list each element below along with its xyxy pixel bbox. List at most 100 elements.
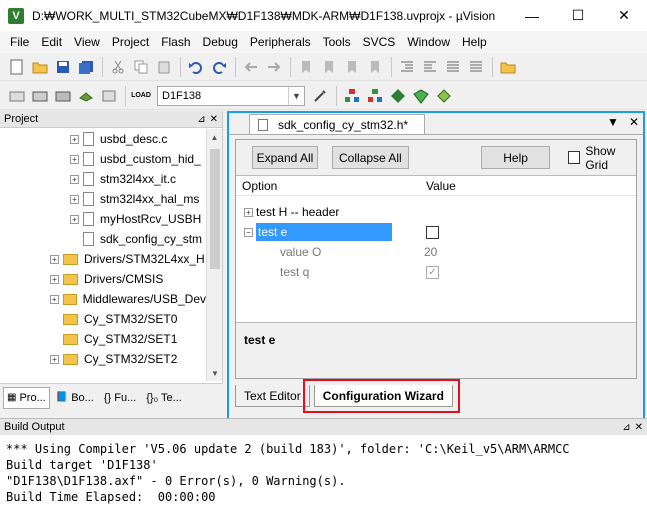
expand-icon[interactable]: +: [70, 194, 79, 204]
chevron-down-icon[interactable]: ▼: [288, 86, 304, 105]
menu-view[interactable]: View: [68, 35, 106, 49]
close-icon[interactable]: ✕: [629, 115, 639, 129]
expand-all-button[interactable]: Expand All: [252, 146, 318, 169]
scroll-down-icon[interactable]: ▼: [207, 365, 223, 381]
option-row[interactable]: test q ✓: [236, 262, 636, 282]
collapse-icon[interactable]: −: [244, 227, 253, 237]
save-all-icon[interactable]: [75, 56, 97, 78]
tree-item[interactable]: + Middlewares/USB_Dev: [0, 289, 206, 309]
save-icon[interactable]: [52, 56, 74, 78]
menu-file[interactable]: File: [4, 35, 35, 49]
undo-icon[interactable]: [185, 56, 207, 78]
build-icon[interactable]: [29, 85, 51, 107]
tree-item[interactable]: + stm32l4xx_it.c: [0, 169, 206, 189]
tab-project[interactable]: ▦ Pro...: [3, 386, 50, 409]
tree-item[interactable]: + usbd_custom_hid_: [0, 149, 206, 169]
expand-icon[interactable]: +: [70, 154, 79, 164]
tree-item[interactable]: + Drivers/STM32L4xx_H: [0, 249, 206, 269]
menu-project[interactable]: Project: [106, 35, 155, 49]
tab-sdk-config[interactable]: sdk_config_cy_stm32.h*: [249, 114, 426, 134]
bookmark-icon[interactable]: [295, 56, 317, 78]
copy-icon[interactable]: [130, 56, 152, 78]
project-scrollbar[interactable]: ▲ ▼: [206, 129, 222, 381]
option-row[interactable]: + test H -- header: [236, 202, 636, 222]
tree-item[interactable]: + usbd_desc.c: [0, 129, 206, 149]
previous-bookmark-icon[interactable]: [318, 56, 340, 78]
download-load-icon[interactable]: LOAD: [130, 85, 152, 107]
close-button[interactable]: ✕: [601, 0, 647, 31]
collapse-all-button[interactable]: Collapse All: [331, 146, 409, 169]
maximize-button[interactable]: ☐: [555, 0, 601, 31]
redo-icon[interactable]: [208, 56, 230, 78]
next-bookmark-icon[interactable]: [341, 56, 363, 78]
uncomment-icon[interactable]: [465, 56, 487, 78]
close-icon[interactable]: ✕: [635, 422, 643, 433]
unindent-icon[interactable]: [419, 56, 441, 78]
tree-item[interactable]: sdk_config_cy_stm: [0, 229, 206, 249]
option-row-selected[interactable]: − test e: [236, 222, 636, 242]
expand-icon[interactable]: +: [50, 254, 59, 264]
option-checkbox[interactable]: [426, 225, 439, 239]
option-value[interactable]: 20: [424, 245, 437, 259]
scroll-up-icon[interactable]: ▲: [207, 129, 222, 145]
software-packs-icon[interactable]: [433, 85, 455, 107]
paste-icon[interactable]: [153, 56, 175, 78]
tab-books[interactable]: 📘 Bo...: [52, 387, 98, 409]
minimize-button[interactable]: —: [509, 0, 555, 31]
menu-peripherals[interactable]: Peripherals: [244, 35, 317, 49]
close-icon[interactable]: ✕: [210, 114, 218, 125]
navigate-forward-icon[interactable]: [263, 56, 285, 78]
build-output-text[interactable]: *** Using Compiler 'V5.06 update 2 (buil…: [0, 435, 647, 508]
scrollbar-thumb[interactable]: [210, 149, 220, 269]
target-select[interactable]: D1F138 ▼: [157, 85, 305, 106]
find-in-files-icon[interactable]: [497, 56, 519, 78]
target-options-icon[interactable]: [309, 85, 331, 107]
tree-item[interactable]: + stm32l4xx_hal_ms: [0, 189, 206, 209]
translate-icon[interactable]: [6, 85, 28, 107]
tree-item[interactable]: + myHostRcv_USBH: [0, 209, 206, 229]
expand-icon[interactable]: +: [50, 274, 59, 284]
show-grid-toggle[interactable]: Show Grid: [568, 144, 636, 172]
open-folder-icon[interactable]: [29, 56, 51, 78]
tab-list-icon[interactable]: ▼: [607, 115, 619, 129]
new-file-icon[interactable]: [6, 56, 28, 78]
show-grid-checkbox[interactable]: [568, 151, 581, 164]
tree-item[interactable]: Cy_STM32/SET0: [0, 309, 206, 329]
menu-flash[interactable]: Flash: [155, 35, 196, 49]
menu-svcs[interactable]: SVCS: [357, 35, 402, 49]
indent-icon[interactable]: [396, 56, 418, 78]
tree-item[interactable]: Cy_STM32/SET1: [0, 329, 206, 349]
tab-configuration-wizard[interactable]: Configuration Wizard: [313, 385, 453, 407]
stop-build-icon[interactable]: [98, 85, 120, 107]
rebuild-icon[interactable]: [52, 85, 74, 107]
tree-item[interactable]: + Drivers/CMSIS: [0, 269, 206, 289]
menu-tools[interactable]: Tools: [317, 35, 357, 49]
help-button[interactable]: Help: [480, 146, 551, 169]
expand-icon[interactable]: +: [70, 174, 79, 184]
option-row[interactable]: value O 20: [236, 242, 636, 262]
menu-window[interactable]: Window: [401, 35, 456, 49]
tab-templates[interactable]: {}₀ Te...: [142, 387, 186, 409]
batch-build-icon[interactable]: [75, 85, 97, 107]
manage-run-time-environment-icon[interactable]: [387, 85, 409, 107]
tree-item[interactable]: + Cy_STM32/SET2: [0, 349, 206, 369]
menu-edit[interactable]: Edit: [35, 35, 68, 49]
checkmark-icon[interactable]: ✓: [426, 265, 439, 279]
expand-icon[interactable]: +: [50, 354, 59, 364]
expand-icon[interactable]: +: [70, 214, 79, 224]
tab-text-editor[interactable]: Text Editor: [235, 385, 310, 407]
pin-icon[interactable]: ⊿: [622, 422, 630, 433]
menu-help[interactable]: Help: [456, 35, 493, 49]
pin-icon[interactable]: ⊿: [197, 114, 205, 125]
cut-icon[interactable]: [107, 56, 129, 78]
expand-icon[interactable]: +: [50, 294, 59, 304]
manage-project-items-icon[interactable]: [341, 85, 363, 107]
pack-installer-icon[interactable]: [410, 85, 432, 107]
expand-icon[interactable]: +: [70, 134, 79, 144]
expand-icon[interactable]: +: [244, 207, 253, 217]
clear-bookmarks-icon[interactable]: [364, 56, 386, 78]
navigate-back-icon[interactable]: [240, 56, 262, 78]
tab-functions[interactable]: {} Fu...: [100, 387, 140, 409]
comment-icon[interactable]: [442, 56, 464, 78]
menu-debug[interactable]: Debug: [197, 35, 244, 49]
